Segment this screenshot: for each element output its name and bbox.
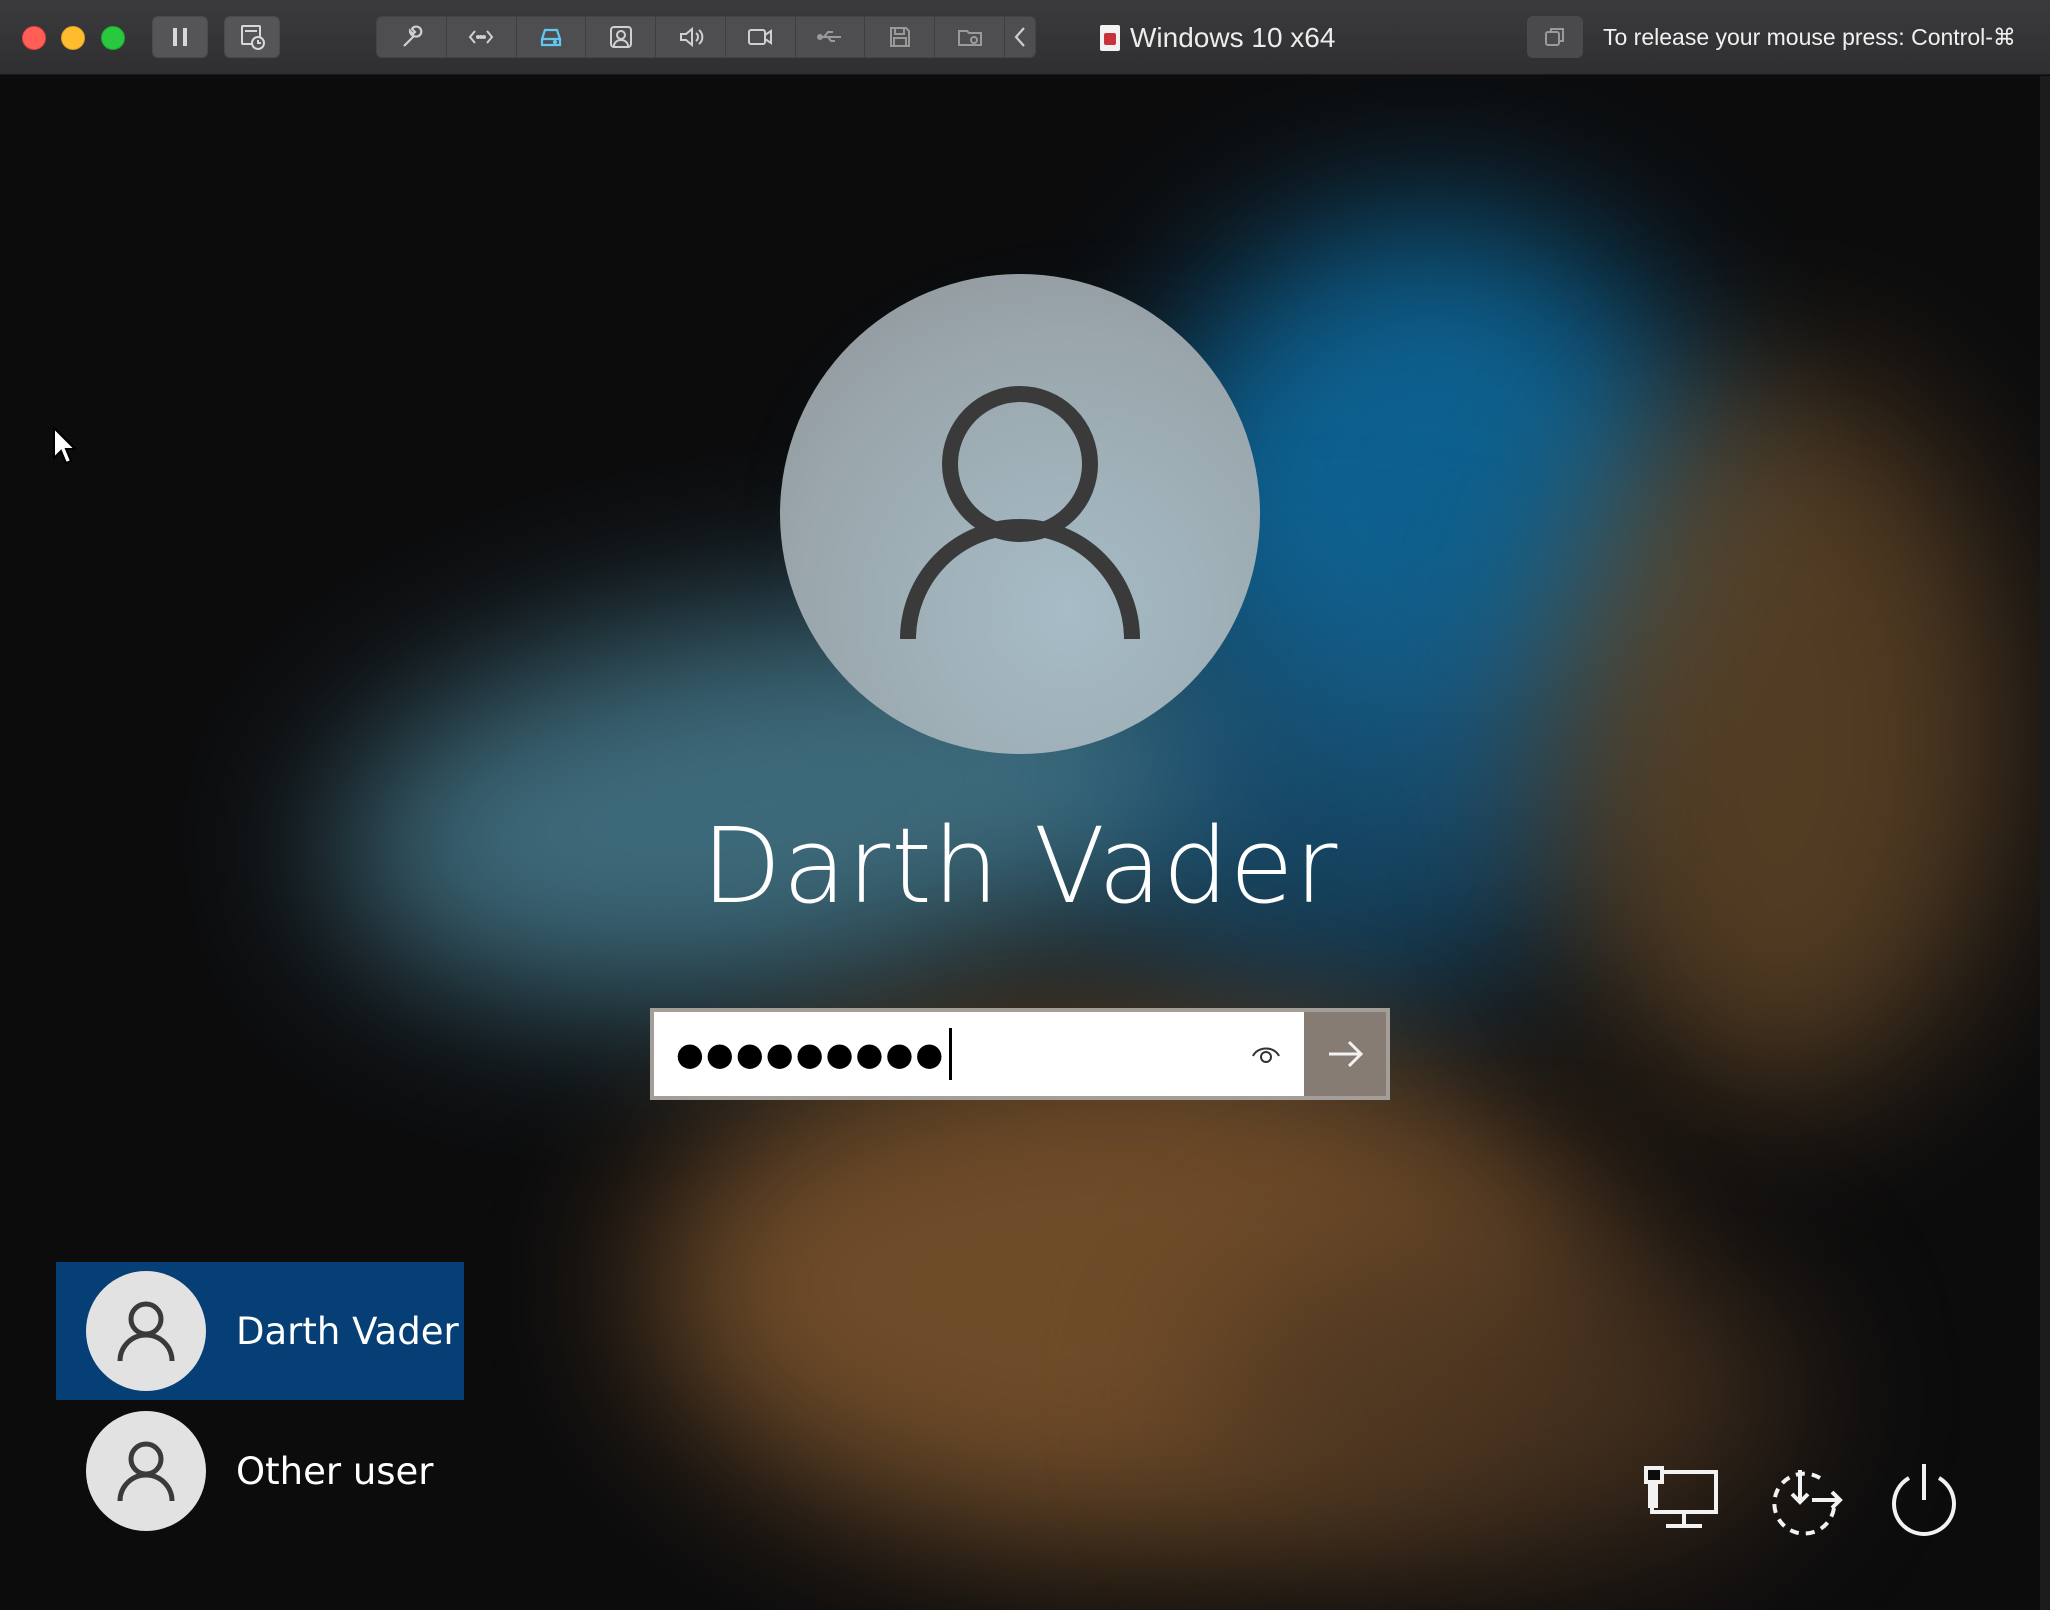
shared-folder-icon — [957, 30, 982, 46]
text-caret — [949, 1028, 953, 1080]
floppy-button[interactable] — [865, 16, 936, 58]
window-right-edge — [2040, 76, 2050, 1610]
wrench-icon — [403, 25, 423, 47]
password-field[interactable]: ●●●●●●●●● — [654, 1012, 1304, 1096]
ease-of-access-button[interactable] — [1762, 1458, 1846, 1542]
eye-icon — [1252, 1047, 1280, 1063]
password-value: ●●●●●●●●● — [676, 1035, 946, 1073]
power-button[interactable] — [1882, 1458, 1966, 1542]
network-button[interactable] — [1642, 1458, 1726, 1542]
vm-titlebar: Windows 10 x64 To release your mouse pre… — [0, 0, 2050, 75]
mouse-cursor-icon — [53, 426, 78, 465]
shared-folder-button[interactable] — [935, 16, 1006, 58]
window-maximize-button[interactable] — [101, 26, 125, 50]
user-tile-darth-vader[interactable]: Darth Vader — [56, 1262, 464, 1400]
release-mouse-hint: To release your mouse press: Control-⌘ — [1603, 24, 2016, 50]
snapshot-button[interactable] — [224, 16, 280, 58]
harddisk-button[interactable] — [517, 16, 587, 58]
camera-button[interactable] — [726, 16, 796, 58]
pause-vm-button[interactable] — [152, 16, 208, 58]
camera-share-icon — [609, 26, 632, 48]
usb-icon — [817, 31, 842, 42]
toolbar-collapse-button[interactable] — [1005, 16, 1035, 58]
sound-button[interactable] — [656, 16, 726, 58]
network-icon — [468, 30, 494, 44]
vm-window-title-text: Windows 10 x64 — [1130, 21, 1336, 53]
submit-button[interactable] — [1304, 1012, 1386, 1096]
power-icon — [1892, 1464, 1956, 1536]
floppy-icon — [889, 27, 910, 47]
reveal-password-button[interactable] — [1246, 1034, 1286, 1074]
window-close-button[interactable] — [22, 26, 46, 50]
pause-icon — [173, 28, 187, 46]
ease-of-access-icon — [1772, 1470, 1843, 1536]
chevron-left-icon — [1014, 27, 1025, 47]
password-box: ●●●●●●●●● — [650, 1008, 1390, 1100]
snapshot-icon — [241, 25, 265, 50]
fullscreen-toggle-button[interactable] — [1527, 16, 1583, 58]
camera-share-button[interactable] — [586, 16, 657, 58]
user-tile-other-user[interactable]: Other user — [56, 1402, 464, 1540]
arrow-right-icon — [1329, 1040, 1364, 1068]
speaker-icon — [679, 26, 703, 48]
usb-button[interactable] — [796, 16, 866, 58]
network-adapter-button[interactable] — [447, 16, 517, 58]
user-tile-label: Darth Vader — [236, 1309, 459, 1353]
video-icon — [748, 29, 773, 45]
network-icon — [1644, 1466, 1718, 1528]
user-tile-label: Other user — [236, 1449, 434, 1493]
user-silhouette-icon — [117, 1441, 175, 1502]
login-user-name: Darth Vader — [701, 805, 1339, 927]
user-tile-avatar — [86, 1411, 206, 1531]
user-avatar — [780, 274, 1260, 754]
window-copy-icon — [1545, 28, 1564, 46]
vm-document-icon — [1100, 24, 1120, 51]
window-minimize-button[interactable] — [61, 26, 85, 50]
user-silhouette-icon — [900, 386, 1140, 640]
harddisk-icon — [540, 28, 562, 47]
vm-window-title: Windows 10 x64 — [1100, 0, 1335, 75]
vm-device-toolbar — [376, 16, 1036, 58]
settings-button[interactable] — [377, 16, 447, 58]
user-silhouette-icon — [117, 1301, 175, 1362]
user-tile-avatar — [86, 1271, 206, 1391]
